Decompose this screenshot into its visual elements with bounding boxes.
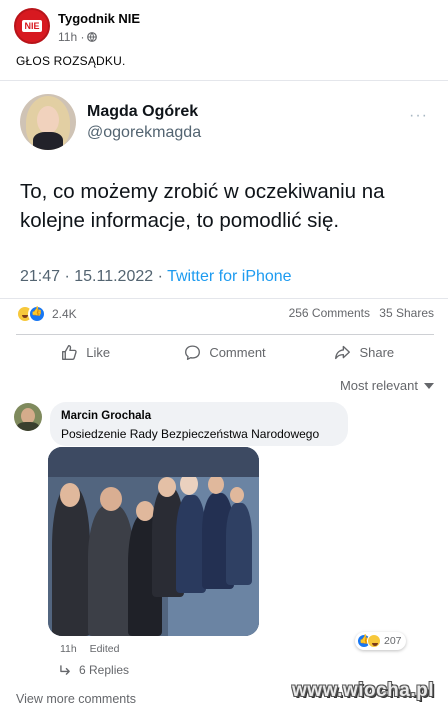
tweet-author-name: Magda Ogórek [87, 103, 199, 120]
commenter-avatar[interactable] [14, 403, 42, 431]
tweet-source: Twitter for iPhone [167, 268, 292, 285]
post-meta: 11h · [58, 30, 98, 44]
tweet-author-handle: @ogorekmagda [87, 124, 202, 141]
view-replies[interactable]: 6 Replies [60, 663, 129, 677]
tweet-date-line: 21:47 · 15.11.2022 · Twitter for iPhone [20, 268, 292, 286]
comment-reaction-count: 207 [384, 635, 402, 647]
caret-down-icon [424, 382, 434, 389]
reply-arrow-icon [60, 664, 70, 675]
comments-count[interactable]: 256 Comments [289, 306, 370, 320]
post-header: NIE Tygodnik NIE 11h · [14, 8, 434, 48]
comment-time[interactable]: 11h [60, 643, 77, 655]
comment-icon [185, 345, 201, 360]
page-avatar[interactable]: NIE [14, 8, 50, 44]
comment-reactions[interactable]: 207 [355, 632, 406, 650]
comment-edited: Edited [89, 643, 120, 655]
like-reaction-icon [28, 305, 46, 323]
post-stats: 2.4K 256 Comments 35 Shares [16, 305, 434, 325]
post-text: GŁOS ROZSĄDKU. [16, 54, 126, 68]
comment-photo[interactable] [48, 447, 259, 636]
like-button[interactable]: Like [16, 335, 155, 370]
haha-reaction-icon [367, 634, 381, 648]
comment-bubble: Marcin Grochala Posiedzenie Rady Bezpiec… [50, 402, 348, 446]
page-avatar-logo-text: NIE [22, 20, 42, 32]
action-bar: Like Comment Share [16, 334, 434, 370]
tweet-text: To, co możemy zrobić w oczekiwaniu na ko… [20, 180, 385, 232]
tweet-date: 21:47 · 15.11.2022 · [20, 268, 168, 285]
more-options-icon: ··· [409, 107, 428, 124]
comment-label: Comment [209, 345, 266, 360]
view-more-comments[interactable]: View more comments [16, 692, 136, 706]
watermark: www.wiocha.pl [292, 680, 434, 701]
sort-label: Most relevant [339, 378, 418, 393]
shares-count[interactable]: 35 Shares [379, 306, 434, 320]
page-name[interactable]: Tygodnik NIE [58, 11, 140, 26]
share-button[interactable]: Share [295, 335, 434, 370]
like-label: Like [86, 345, 111, 360]
post-time[interactable]: 11h · [58, 30, 84, 44]
comment-meta: 11h Edited [60, 643, 119, 655]
comment-sort-dropdown[interactable]: Most relevant [340, 378, 434, 393]
stats-right: 256 Comments 35 Shares [289, 306, 434, 320]
comment-button[interactable]: Comment [155, 335, 294, 370]
comment-author[interactable]: Marcin Grochala [61, 410, 151, 422]
share-label: Share [359, 345, 395, 360]
reaction-count: 2.4K [52, 307, 77, 321]
comment-text: Posiedzenie Rady Bezpieczeństwa Narodowe… [61, 427, 320, 441]
replies-label: 6 Replies [79, 663, 130, 677]
reactions-summary[interactable]: 2.4K [16, 305, 77, 323]
tweet-avatar [20, 94, 76, 150]
share-icon [335, 345, 351, 360]
thumbs-up-icon [62, 345, 77, 360]
globe-icon [87, 32, 98, 42]
tweet-image[interactable]: Magda Ogórek @ogorekmagda ··· To, co moż… [0, 80, 448, 299]
